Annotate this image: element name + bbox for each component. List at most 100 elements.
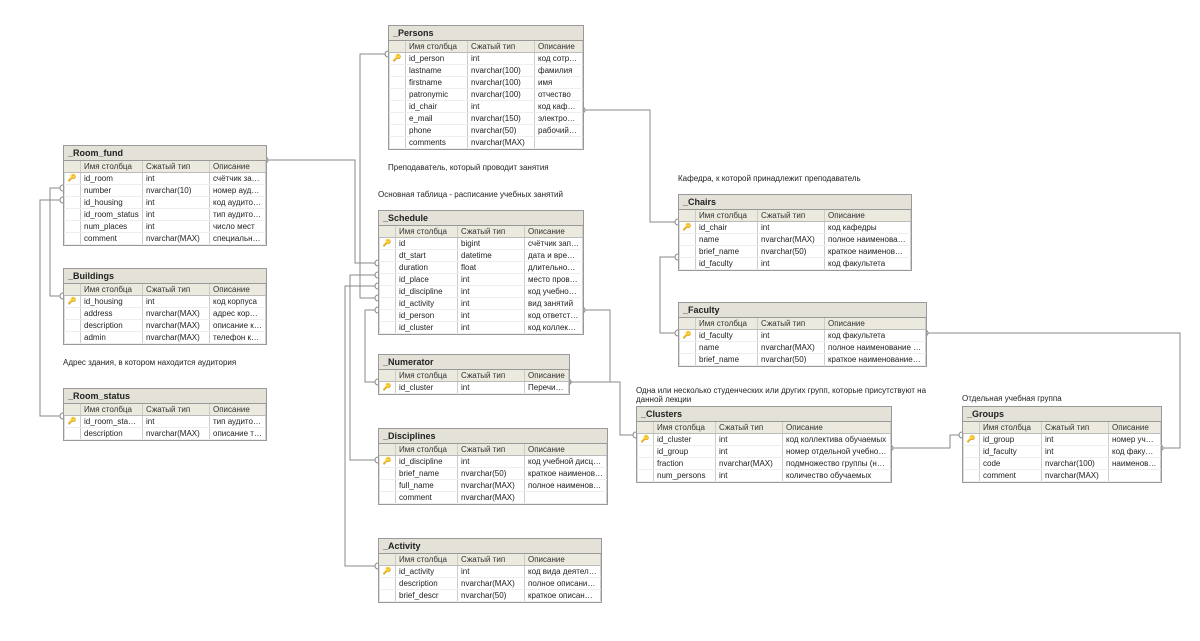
table-row[interactable]: 🔑id_chairintкод кафедры — [679, 222, 911, 234]
column-type: nvarchar(10) — [143, 185, 210, 196]
column-type: int — [458, 286, 525, 297]
table-row[interactable]: 🔑id_groupintномер учебной группы — [963, 434, 1161, 446]
table-row[interactable]: namenvarchar(MAX)полное наименование каф… — [679, 234, 911, 246]
table-row[interactable]: codenvarchar(100)наименование группы — [963, 458, 1161, 470]
table-row[interactable]: brief_descrnvarchar(50)краткое описание … — [379, 590, 601, 602]
table-row[interactable]: 🔑id_personintкод сотрудника — [389, 53, 583, 65]
blank-icon — [64, 308, 81, 319]
column-name: id_chair — [696, 222, 758, 233]
table-row[interactable]: id_room_statusintтип аудитории — [64, 209, 266, 221]
table-row[interactable]: descriptionnvarchar(MAX)описание корпуса — [64, 320, 266, 332]
column-desc: код корпуса — [210, 296, 266, 307]
blank-icon — [64, 197, 81, 208]
table-row[interactable]: commentnvarchar(MAX) — [963, 470, 1161, 482]
table-faculty[interactable]: _FacultyИмя столбцаСжатый типОписание🔑id… — [678, 302, 927, 367]
blank-icon — [379, 590, 396, 601]
table-row[interactable]: adminnvarchar(MAX)телефон коменданта или… — [64, 332, 266, 344]
column-name: id_place — [396, 274, 458, 285]
column-type: nvarchar(50) — [458, 590, 525, 601]
table-row[interactable]: brief_namenvarchar(50)краткое наименован… — [379, 468, 607, 480]
table-row[interactable]: id_clusterintкод коллектива обучаемых — [379, 322, 583, 334]
column-type: bigint — [458, 238, 525, 249]
column-type: datetime — [458, 250, 525, 261]
table-row[interactable]: id_facultyintкод факультета — [963, 446, 1161, 458]
table-disciplines[interactable]: _DisciplinesИмя столбцаСжатый типОписани… — [378, 428, 608, 505]
column-name: id_discipline — [396, 286, 458, 297]
table-row[interactable]: addressnvarchar(MAX)адрес корпуса — [64, 308, 266, 320]
table-row[interactable]: 🔑id_housingintкод корпуса — [64, 296, 266, 308]
table-row[interactable]: phonenvarchar(50)рабочий телефон — [389, 125, 583, 137]
table-row[interactable]: patronymicnvarchar(100)отчество — [389, 89, 583, 101]
table-row[interactable]: full_namenvarchar(MAX)полное наименовани… — [379, 480, 607, 492]
table-numerator[interactable]: _NumeratorИмя столбцаСжатый типОписание🔑… — [378, 354, 570, 395]
table-row[interactable]: id_facultyintкод факультета — [679, 258, 911, 270]
table-row[interactable]: commentsnvarchar(MAX) — [389, 137, 583, 149]
table-row[interactable]: descriptionnvarchar(MAX)описание типа ау… — [64, 428, 266, 440]
table-row[interactable]: namenvarchar(MAX)полное наименование фак… — [679, 342, 926, 354]
column-desc: код факультета — [825, 258, 911, 269]
table-row[interactable]: id_groupintномер отдельной учебной групп… — [637, 446, 891, 458]
table-row[interactable]: lastnamenvarchar(100)фамилия — [389, 65, 583, 77]
column-type: nvarchar(MAX) — [143, 320, 210, 331]
table-row[interactable]: id_placeintместо проведения занятия — [379, 274, 583, 286]
table-row[interactable]: firstnamenvarchar(100)имя — [389, 77, 583, 89]
table-room-fund[interactable]: _Room_fundИмя столбцаСжатый типОписание🔑… — [63, 145, 267, 246]
column-name: duration — [396, 262, 458, 273]
column-name: id_cluster — [654, 434, 716, 445]
table-row[interactable]: 🔑id_clusterintкод коллектива обучаемых — [637, 434, 891, 446]
column-name: id_cluster — [396, 322, 458, 333]
column-desc: дата и время проведения занят… — [525, 250, 583, 261]
column-name: id_person — [406, 53, 468, 64]
table-schedule[interactable]: _ScheduleИмя столбцаСжатый типОписание🔑i… — [378, 210, 584, 335]
table-row[interactable]: id_disciplineintкод учебной дисциплины — [379, 286, 583, 298]
table-header: Имя столбцаСжатый типОписание — [679, 210, 911, 222]
blank-icon — [389, 65, 406, 76]
table-row[interactable]: 🔑id_room_sta…intтип аудитории — [64, 416, 266, 428]
caption-buildings: Адрес здания, в котором находится аудито… — [63, 358, 236, 367]
table-row[interactable]: dt_startdatetimeдата и время проведения … — [379, 250, 583, 262]
column-name: phone — [406, 125, 468, 136]
table-row[interactable]: 🔑id_roomintсчётчик записей — [64, 173, 266, 185]
table-row[interactable]: commentnvarchar(MAX)специальное наи… — [64, 233, 266, 245]
blank-icon — [379, 262, 396, 273]
table-persons[interactable]: _PersonsИмя столбцаСжатый типОписание🔑id… — [388, 25, 584, 150]
key-icon: 🔑 — [679, 222, 696, 233]
table-row[interactable]: id_housingintкод аудитории — [64, 197, 266, 209]
key-icon: 🔑 — [389, 53, 406, 64]
table-row[interactable]: id_personintкод ответственного лица (пре… — [379, 310, 583, 322]
table-buildings[interactable]: _BuildingsИмя столбцаСжатый типОписание🔑… — [63, 268, 267, 345]
table-row[interactable]: e_mailnvarchar(150)электронная почта — [389, 113, 583, 125]
column-type: int — [758, 222, 825, 233]
table-row[interactable]: 🔑id_activityintкод вида деятельности — [379, 566, 601, 578]
column-name: patronymic — [406, 89, 468, 100]
table-row[interactable]: durationfloatдлительность занятия в акад… — [379, 262, 583, 274]
table-row[interactable]: 🔑id_facultyintкод факультета — [679, 330, 926, 342]
table-row[interactable]: 🔑idbigintсчётчик записей — [379, 238, 583, 250]
key-icon: 🔑 — [679, 330, 696, 341]
table-row[interactable]: id_activityintвид занятий — [379, 298, 583, 310]
column-desc: номер отдельной учебной группы — [783, 446, 891, 457]
table-row[interactable]: fractionnvarchar(MAX)подмножество группы… — [637, 458, 891, 470]
column-name: num_places — [81, 221, 143, 232]
table-row[interactable]: numbernvarchar(10)номер аудитории — [64, 185, 266, 197]
column-type: float — [458, 262, 525, 273]
table-clusters[interactable]: _ClustersИмя столбцаСжатый типОписание🔑i… — [636, 406, 892, 483]
table-row[interactable]: 🔑id_clusterintПеречислитель кластеров — [379, 382, 569, 394]
table-row[interactable]: descriptionnvarchar(MAX)полное описание … — [379, 578, 601, 590]
table-activity[interactable]: _ActivityИмя столбцаСжатый типОписание🔑i… — [378, 538, 602, 603]
table-row[interactable]: brief_namenvarchar(50)краткое наименован… — [679, 246, 911, 258]
column-type: nvarchar(MAX) — [758, 234, 825, 245]
column-desc: место проведения занятия — [525, 274, 583, 285]
table-row[interactable]: id_chairintкод кафедры — [389, 101, 583, 113]
table-room-status[interactable]: _Room_statusИмя столбцаСжатый типОписани… — [63, 388, 267, 441]
table-groups[interactable]: _GroupsИмя столбцаСжатый типОписание🔑id_… — [962, 406, 1162, 483]
table-row[interactable]: commentnvarchar(MAX) — [379, 492, 607, 504]
table-row[interactable]: brief_namenvarchar(50)краткое наименован… — [679, 354, 926, 366]
table-row[interactable]: 🔑id_disciplineintкод учебной дисциплины — [379, 456, 607, 468]
column-name: brief_descr — [396, 590, 458, 601]
table-header: Имя столбцаСжатый типОписание — [379, 554, 601, 566]
table-row[interactable]: num_personsintколичество обучаемых — [637, 470, 891, 482]
table-chairs[interactable]: _ChairsИмя столбцаСжатый типОписание🔑id_… — [678, 194, 912, 271]
table-row[interactable]: num_placesintчисло мест — [64, 221, 266, 233]
column-name: fraction — [654, 458, 716, 469]
